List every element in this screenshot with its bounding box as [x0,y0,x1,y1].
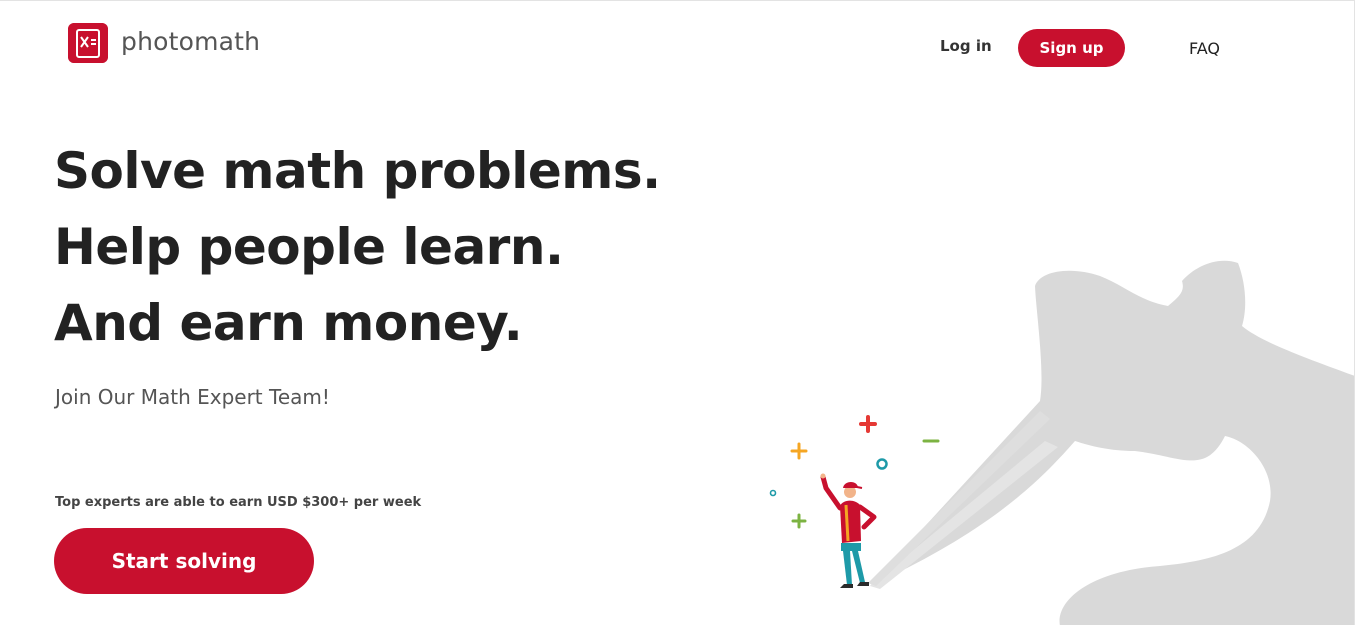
signup-button[interactable]: Sign up [1018,29,1125,67]
shadow-beam-2 [868,411,1050,586]
plus-icon-orange [790,442,808,460]
circle-icon-teal [876,458,888,470]
logo-text: photomath [121,26,261,56]
logo-link[interactable]: photomath [68,23,260,63]
small-circle-icon-teal [769,489,777,497]
earnings-note: Top experts are able to earn USD $300+ p… [55,495,422,510]
shadow-beam [870,441,1058,589]
login-link[interactable]: Log in [940,37,992,55]
hero-subhead: Join Our Math Expert Team! [55,385,330,409]
photomath-logo-icon [68,23,108,63]
landing-page: photomath Log in Sign up FAQ Solve math … [0,0,1355,625]
start-solving-button[interactable]: Start solving [54,528,314,594]
hero-illustration [740,251,1354,625]
headline-line-2: Help people learn. [54,218,564,276]
shadow-silhouette [870,260,1354,625]
plus-icon-green [791,513,807,529]
person-figure [820,473,877,588]
superhero-shadow-illustration [769,260,1354,625]
headline-line-3: And earn money. [54,294,523,352]
faq-link[interactable]: FAQ [1189,39,1220,58]
headline-line-1: Solve math problems. [54,142,661,200]
hero-headline: Solve math problems. Help people learn. … [54,133,661,361]
plus-icon-red [859,415,877,433]
